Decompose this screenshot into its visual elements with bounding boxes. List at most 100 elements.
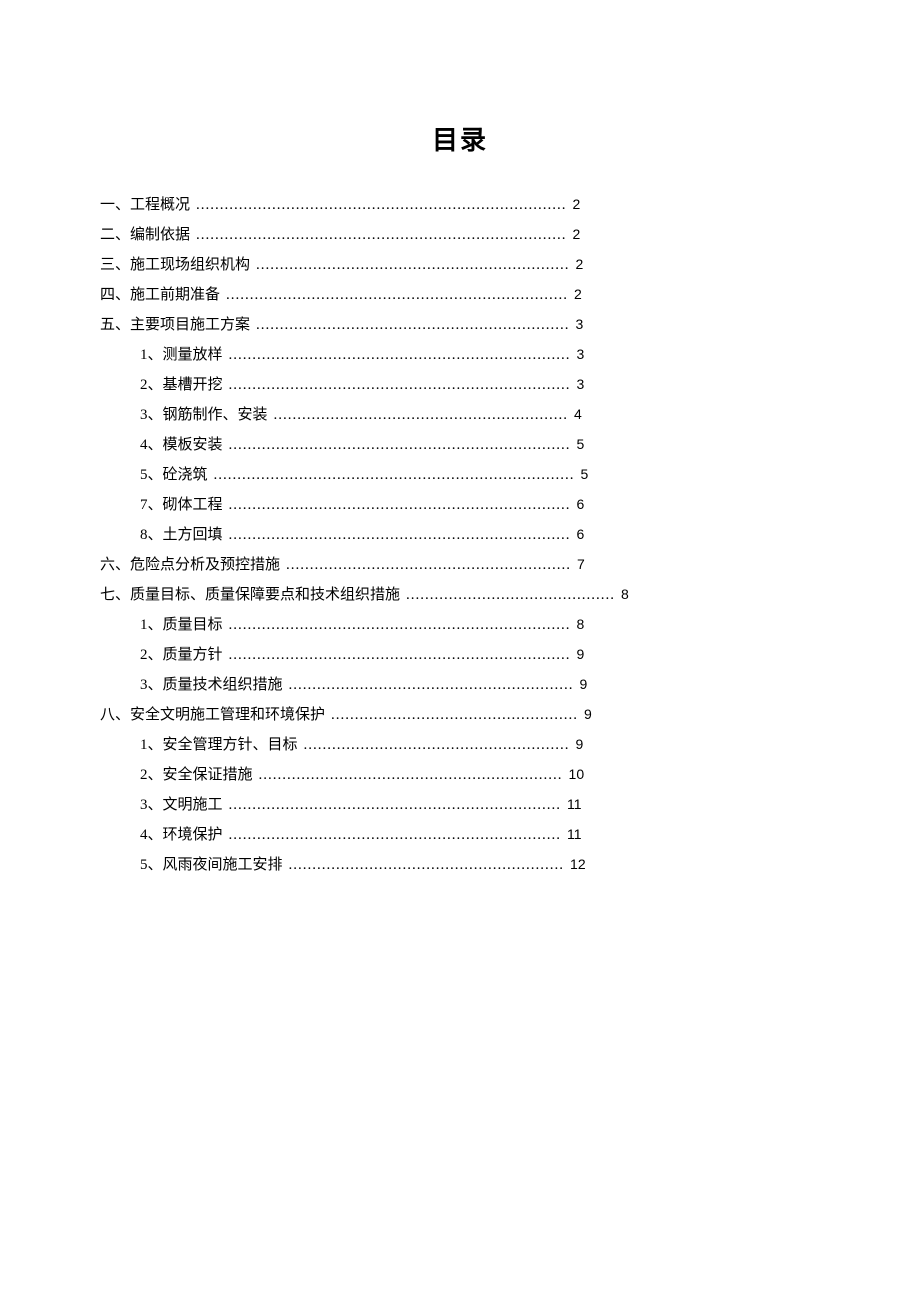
toc-label: 质量技术组织措施 (163, 678, 283, 693)
toc-entry: 七、质量目标、质量保障要点和技术组织措施....................… (100, 587, 820, 603)
toc-label: 风雨夜间施工安排 (163, 858, 283, 873)
toc-dots: ........................................… (289, 678, 574, 693)
toc-ordinal: 三、 (100, 258, 130, 273)
toc-page: 9 (584, 707, 592, 721)
toc-entry: 5、砼浇筑...................................… (100, 467, 820, 483)
toc-dots: ........................................… (304, 738, 570, 753)
toc-entry: 5、风雨夜间施工安排..............................… (100, 857, 820, 873)
toc-ordinal: 1、 (140, 348, 163, 363)
toc-ordinal: 3、 (140, 408, 163, 423)
toc-label: 主要项目施工方案 (130, 318, 250, 333)
toc-page: 3 (577, 377, 585, 391)
toc-entry: 7、砌体工程..................................… (100, 497, 820, 513)
toc-dots: ........................................… (256, 318, 570, 333)
toc-ordinal: 3、 (140, 678, 163, 693)
toc-ordinal: 4、 (140, 828, 163, 843)
toc-dots: ........................................… (286, 558, 571, 573)
toc-page: 2 (573, 197, 581, 211)
toc-ordinal: 3、 (140, 798, 163, 813)
toc-ordinal: 5、 (140, 858, 163, 873)
toc-label: 基槽开挖 (163, 378, 223, 393)
toc-entry: 五、主要项目施工方案..............................… (100, 317, 820, 333)
toc-page: 8 (621, 587, 629, 601)
toc-label: 安全保证措施 (163, 768, 253, 783)
toc-dots: ........................................… (229, 438, 571, 453)
toc-entry: 二、编制依据..................................… (100, 227, 820, 243)
toc-dots: ........................................… (331, 708, 578, 723)
toc-label: 质量目标、质量保障要点和技术组织措施 (130, 588, 400, 603)
toc-label: 砼浇筑 (163, 468, 208, 483)
toc-page: 4 (574, 407, 582, 421)
toc-page: 6 (577, 527, 585, 541)
toc-entry: 四、施工前期准备................................… (100, 287, 820, 303)
toc-ordinal: 4、 (140, 438, 163, 453)
toc-page: 3 (577, 347, 585, 361)
toc-dots: ........................................… (229, 348, 571, 363)
toc-label: 模板安装 (163, 438, 223, 453)
toc-page: 11 (567, 797, 582, 811)
toc-dots: ........................................… (196, 198, 567, 213)
toc-ordinal: 8、 (140, 528, 163, 543)
table-of-contents: 一、工程概况..................................… (100, 197, 820, 873)
toc-dots: ........................................… (229, 528, 571, 543)
toc-entry: 2、质量方针..................................… (100, 647, 820, 663)
toc-ordinal: 2、 (140, 648, 163, 663)
toc-label: 质量目标 (163, 618, 223, 633)
toc-entry: 八、安全文明施工管理和环境保护.........................… (100, 707, 820, 723)
toc-label: 施工现场组织机构 (130, 258, 250, 273)
toc-page: 9 (577, 647, 585, 661)
toc-page: 8 (577, 617, 585, 631)
toc-entry: 3、钢筋制作、安装...............................… (100, 407, 820, 423)
toc-dots: ........................................… (196, 228, 567, 243)
toc-page: 10 (569, 767, 585, 781)
page-title: 目录 (100, 120, 820, 157)
toc-ordinal: 7、 (140, 498, 163, 513)
toc-label: 危险点分析及预控措施 (130, 558, 280, 573)
toc-label: 文明施工 (163, 798, 223, 813)
toc-dots: ........................................… (229, 378, 571, 393)
toc-page: 9 (576, 737, 584, 751)
toc-ordinal: 2、 (140, 378, 163, 393)
toc-page: 2 (573, 227, 581, 241)
toc-dots: ........................................… (406, 588, 615, 603)
toc-label: 土方回填 (163, 528, 223, 543)
toc-entry: 2、基槽开挖..................................… (100, 377, 820, 393)
toc-ordinal: 五、 (100, 318, 130, 333)
toc-ordinal: 2、 (140, 768, 163, 783)
toc-dots: ........................................… (229, 798, 562, 813)
toc-dots: ........................................… (229, 828, 562, 843)
toc-label: 工程概况 (130, 198, 190, 213)
toc-page: 11 (567, 827, 582, 841)
toc-entry: 4、环境保护..................................… (100, 827, 820, 843)
toc-dots: ........................................… (229, 498, 571, 513)
toc-entry: 1、安全管理方针、目标.............................… (100, 737, 820, 753)
toc-label: 钢筋制作、安装 (163, 408, 268, 423)
toc-label: 安全管理方针、目标 (163, 738, 298, 753)
toc-entry: 1、测量放样..................................… (100, 347, 820, 363)
toc-entry: 六、危险点分析及预控措施............................… (100, 557, 820, 573)
toc-page: 5 (581, 467, 589, 481)
toc-dots: ........................................… (229, 618, 571, 633)
toc-ordinal: 七、 (100, 588, 130, 603)
toc-label: 施工前期准备 (130, 288, 220, 303)
toc-dots: ........................................… (256, 258, 570, 273)
toc-ordinal: 5、 (140, 468, 163, 483)
toc-dots: ........................................… (259, 768, 563, 783)
toc-dots: ........................................… (226, 288, 568, 303)
toc-ordinal: 二、 (100, 228, 130, 243)
toc-entry: 三、施工现场组织机构..............................… (100, 257, 820, 273)
toc-ordinal: 1、 (140, 738, 163, 753)
toc-entry: 2、安全保证措施................................… (100, 767, 820, 783)
toc-page: 2 (576, 257, 584, 271)
toc-page: 2 (574, 287, 582, 301)
toc-dots: ........................................… (229, 648, 571, 663)
toc-entry: 1、质量目标..................................… (100, 617, 820, 633)
toc-entry: 一、工程概况..................................… (100, 197, 820, 213)
toc-ordinal: 六、 (100, 558, 130, 573)
toc-entry: 3、文明施工..................................… (100, 797, 820, 813)
toc-entry: 4、模板安装..................................… (100, 437, 820, 453)
toc-label: 编制依据 (130, 228, 190, 243)
toc-page: 3 (576, 317, 584, 331)
toc-ordinal: 四、 (100, 288, 130, 303)
toc-label: 质量方针 (163, 648, 223, 663)
